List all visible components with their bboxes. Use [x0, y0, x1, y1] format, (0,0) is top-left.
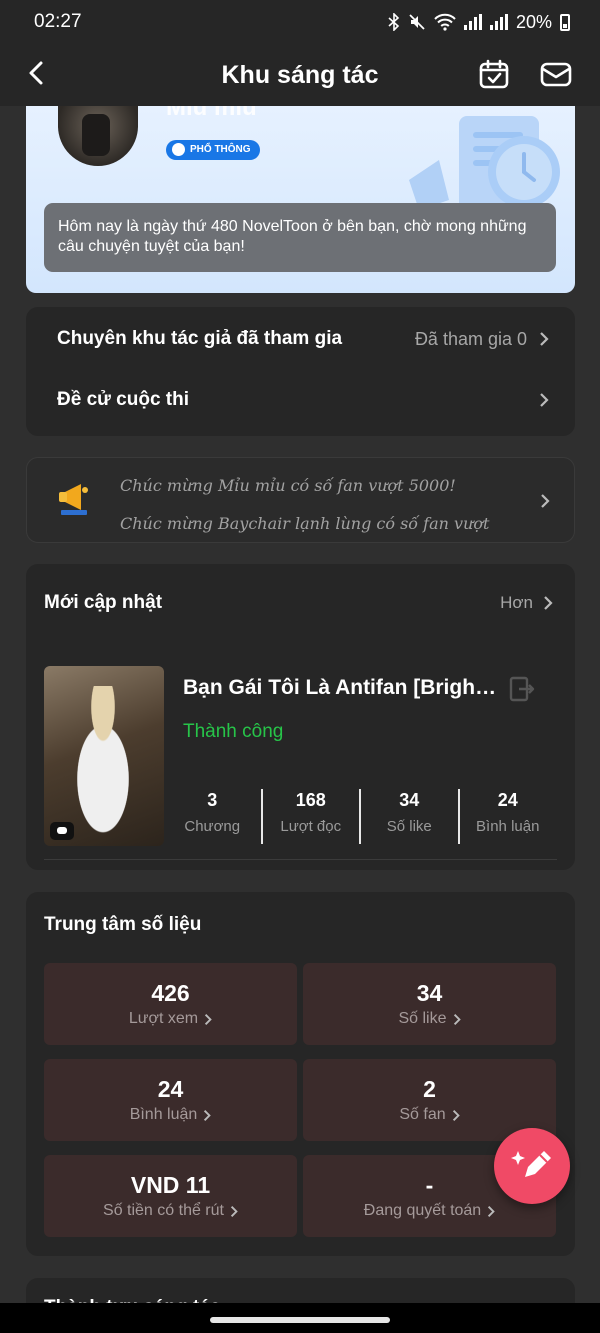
back-arrow-icon[interactable]	[22, 56, 56, 90]
tile-value: 2	[423, 1076, 436, 1102]
mail-icon[interactable]	[540, 58, 572, 90]
tile-value: 24	[157, 1076, 184, 1102]
book-cover[interactable]	[44, 666, 164, 846]
megaphone-icon	[59, 484, 88, 515]
pencil-icon	[511, 1151, 551, 1177]
chevron-right-icon	[488, 1205, 495, 1217]
joined-zones-row[interactable]: Chuyên khu tác giả đã tham gia Đã tham g…	[26, 309, 575, 369]
chevron-right-icon	[544, 596, 553, 610]
stat-label: Chương	[184, 818, 241, 835]
status-icons: 20%	[388, 12, 570, 33]
joined-zones-label: Chuyên khu tác giả đã tham gia	[57, 328, 343, 349]
joined-zones-value: Đã tham gia 0	[414, 328, 527, 349]
signal-icon	[463, 14, 482, 30]
tile-withdrawable[interactable]: VND 11 Số tiền có thể rút	[44, 1155, 297, 1237]
chevron-right-icon	[452, 1109, 460, 1121]
level-badge: PHỔ THÔNG	[166, 140, 260, 160]
more-label: Hơn	[500, 593, 533, 612]
tile-label: Bình luận	[129, 1106, 198, 1123]
divider	[44, 859, 557, 860]
book-stats: 3 Chương 168 Lượt đọc 34 Số like 24 Bình luậ…	[164, 789, 556, 844]
chevron-right-icon	[230, 1205, 238, 1217]
book-status: Thành công	[183, 721, 284, 742]
stat-label: Lượt đọc	[280, 818, 342, 835]
chevron-right-icon	[541, 494, 550, 508]
top-bar: Khu sáng tác	[0, 44, 600, 106]
tile-label: Lượt xem	[128, 1010, 199, 1027]
recent-updates-title: Mới cập nhật	[44, 592, 163, 613]
tile-views[interactable]: 426 Lượt xem	[44, 963, 297, 1045]
system-nav-bar	[0, 1303, 600, 1333]
tile-likes[interactable]: 34 Số like	[303, 963, 556, 1045]
wifi-icon	[434, 13, 456, 31]
signal-icon	[489, 14, 508, 30]
recent-updates-card: Mới cập nhật Hơn Bạn Gái Tôi Là Antifan …	[26, 564, 575, 870]
mute-icon	[409, 14, 425, 30]
tile-value: VND 11	[130, 1172, 211, 1198]
battery-icon	[560, 13, 570, 31]
tile-label: Số fan	[399, 1106, 446, 1123]
stat-reads: 168 Lượt đọc	[260, 789, 360, 844]
calendar-check-icon[interactable]	[478, 58, 510, 90]
notice-line-1: Chúc mừng Mỉu mỉu có số fan vượt 5000!	[120, 476, 456, 495]
avatar[interactable]	[58, 106, 138, 166]
write-button[interactable]	[494, 1128, 570, 1204]
stat-chapters: 3 Chương	[164, 789, 261, 844]
stat-label: Bình luận	[476, 818, 540, 835]
stat-comments: 24 Bình luận	[457, 789, 557, 844]
book-title[interactable]: Bạn Gái Tôi Là Antifan [Brightness]	[183, 676, 503, 700]
contest-recommend-row[interactable]: Đề cử cuộc thi	[26, 370, 575, 430]
chevron-right-icon	[540, 393, 549, 407]
tile-value: 426	[151, 980, 190, 1006]
tile-comments[interactable]: 24 Bình luận	[44, 1059, 297, 1141]
bluetooth-icon	[388, 13, 400, 31]
stat-value: 24	[497, 790, 518, 810]
profile-card: Mỉu mỉu PHỔ THÔNG Hôm nay là ngày thứ 48…	[26, 106, 575, 293]
congrats-notice[interactable]: Chúc mừng Mỉu mỉu có số fan vượt 5000! C…	[26, 457, 575, 543]
stat-value: 168	[295, 790, 326, 810]
chat-icon	[50, 822, 74, 840]
data-center-title: Trung tâm số liệu	[44, 914, 202, 935]
menu-card: Chuyên khu tác giả đã tham gia Đã tham g…	[26, 307, 575, 436]
cover-person-image	[58, 686, 148, 836]
stat-value: 34	[399, 790, 420, 810]
export-icon[interactable]	[508, 675, 536, 703]
battery-percent: 20%	[515, 11, 552, 32]
data-center-card: Trung tâm số liệu 426 Lượt xem 34 Số lik…	[26, 892, 575, 1256]
chevron-right-icon	[540, 332, 549, 346]
chevron-right-icon	[204, 1109, 212, 1121]
contest-recommend-label: Đề cử cuộc thi	[57, 389, 190, 410]
status-time: 02:27	[34, 11, 82, 32]
tile-label: Số like	[398, 1010, 447, 1027]
stat-label: Số like	[386, 818, 432, 835]
chevron-right-icon	[453, 1013, 461, 1025]
notice-line-2: Chúc mừng Baychair lạnh lùng có số fan v…	[120, 514, 490, 533]
tile-label: Đang quyết toán	[363, 1202, 482, 1219]
chevron-right-icon	[205, 1013, 212, 1025]
user-name: Mỉu mỉu	[166, 106, 257, 121]
page-title: Khu sáng tác	[221, 60, 379, 89]
more-link[interactable]: Hơn	[500, 593, 553, 613]
tile-value: 34	[416, 980, 443, 1006]
tile-label: Số tiền có thể rút	[103, 1202, 224, 1219]
welcome-message: Hôm nay là ngày thứ 480 NovelToon ở bên …	[44, 203, 556, 272]
home-indicator[interactable]	[210, 1317, 390, 1323]
status-bar: 02:27 20%	[0, 0, 600, 44]
stat-value: 3	[207, 790, 218, 810]
stat-likes: 34 Số like	[359, 789, 458, 844]
